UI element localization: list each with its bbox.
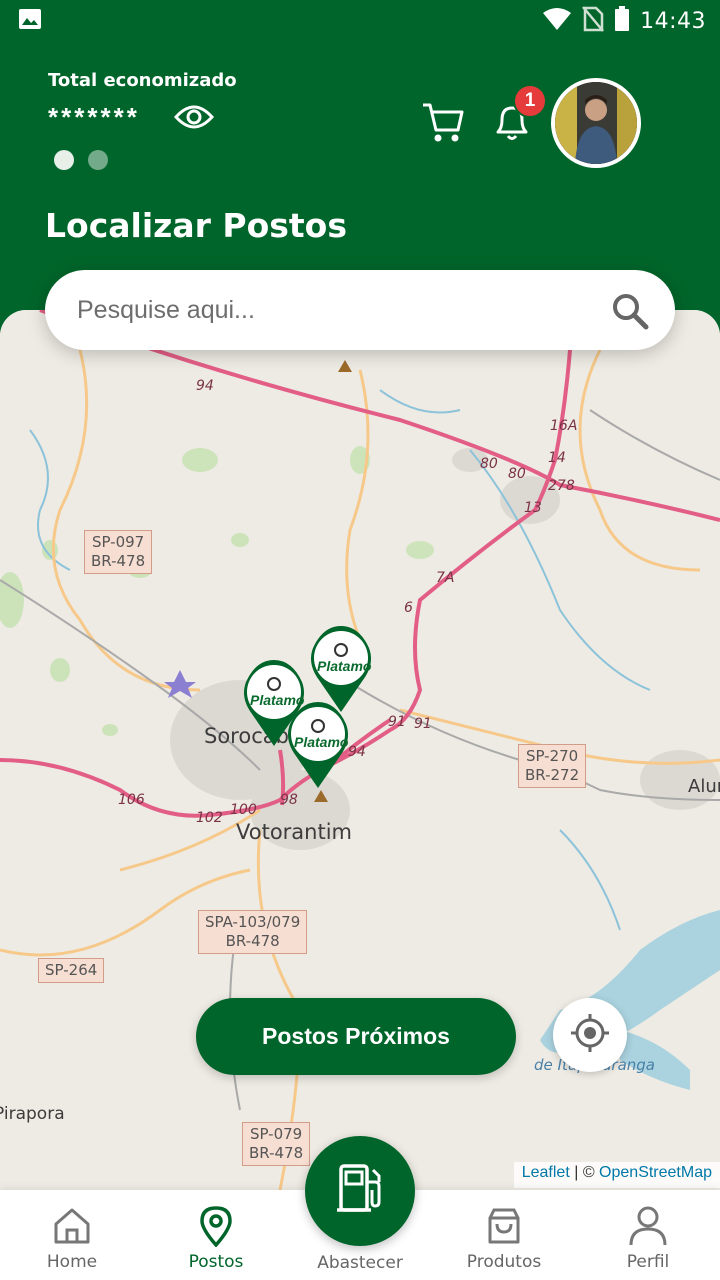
road-number: 80: [508, 466, 526, 482]
road-number: 94: [196, 378, 214, 394]
crosshair-icon: [569, 1012, 611, 1059]
road-number: 6: [404, 600, 413, 616]
road-number: 14: [548, 450, 566, 466]
saved-value: *******: [48, 102, 140, 132]
image-notification-icon: [18, 8, 42, 35]
nav-home[interactable]: Home: [12, 1204, 132, 1272]
city-label: Votorantim: [236, 820, 353, 844]
road-shield: SP-097 BR-478: [84, 530, 153, 574]
search-icon[interactable]: [611, 292, 649, 335]
road-number: 7A: [436, 570, 455, 586]
search-bar: [45, 270, 675, 350]
locate-me-button[interactable]: [553, 998, 627, 1072]
nearby-stations-button[interactable]: Postos Próximos: [196, 998, 516, 1075]
status-bar: 14:43: [0, 0, 720, 40]
pin-label: Platamo: [317, 658, 372, 674]
city-label: Pirapora: [0, 1104, 65, 1124]
shopping-bag-icon: [444, 1204, 564, 1248]
carousel-dot[interactable]: [88, 150, 108, 170]
nav-produtos[interactable]: Produtos: [444, 1204, 564, 1272]
road-shield: SP-264: [38, 958, 105, 983]
road-shield: SP-270 BR-272: [518, 744, 587, 788]
pin-label: Platamo: [294, 734, 349, 750]
road-number: 278: [548, 478, 575, 494]
road-number: 91: [414, 716, 432, 732]
carousel-dot-active[interactable]: [54, 150, 74, 170]
road-number: 91: [388, 714, 406, 730]
refuel-fab-button[interactable]: [305, 1136, 415, 1246]
status-time: 14:43: [640, 9, 706, 34]
road-number: 13: [524, 500, 542, 516]
nav-label: Home: [46, 1252, 98, 1272]
nav-postos[interactable]: Postos: [156, 1204, 276, 1272]
fuel-pump-icon: [335, 1162, 385, 1221]
road-number: 106: [118, 792, 145, 808]
road-shield: SPA-103/079 BR-478: [198, 910, 308, 954]
road-number: 102: [196, 810, 223, 826]
leaflet-link[interactable]: Leaflet: [522, 1164, 570, 1181]
no-sim-icon: [582, 6, 605, 37]
nav-label: Postos: [188, 1252, 244, 1272]
refuel-label: Abastecer: [317, 1253, 403, 1273]
eye-icon[interactable]: [173, 102, 215, 137]
page-title: Localizar Postos: [45, 206, 347, 245]
battery-icon: [614, 6, 630, 37]
nav-label: Produtos: [466, 1252, 542, 1272]
cart-icon[interactable]: [420, 100, 466, 149]
saved-label: Total economizado: [48, 70, 237, 91]
road-number: 100: [230, 802, 257, 818]
road-number: 80: [480, 456, 498, 472]
city-label: Alum: [688, 776, 720, 797]
road-number: 16A: [550, 418, 578, 434]
home-icon: [12, 1204, 132, 1248]
avatar[interactable]: [551, 78, 641, 168]
nav-label: Perfil: [626, 1252, 670, 1272]
osm-link[interactable]: OpenStreetMap: [599, 1164, 712, 1181]
search-input[interactable]: [77, 292, 597, 328]
wifi-icon: [542, 7, 572, 36]
station-pin[interactable]: Platamo: [282, 700, 354, 795]
nav-perfil[interactable]: Perfil: [588, 1204, 708, 1272]
road-shield: SP-079 BR-478: [242, 1122, 311, 1166]
notification-badge: 1: [513, 84, 547, 118]
map-attribution: Leaflet | © OpenStreetMap: [513, 1162, 720, 1188]
user-icon: [588, 1204, 708, 1248]
carousel-dots: [54, 150, 108, 170]
location-pin-icon: [156, 1204, 276, 1248]
